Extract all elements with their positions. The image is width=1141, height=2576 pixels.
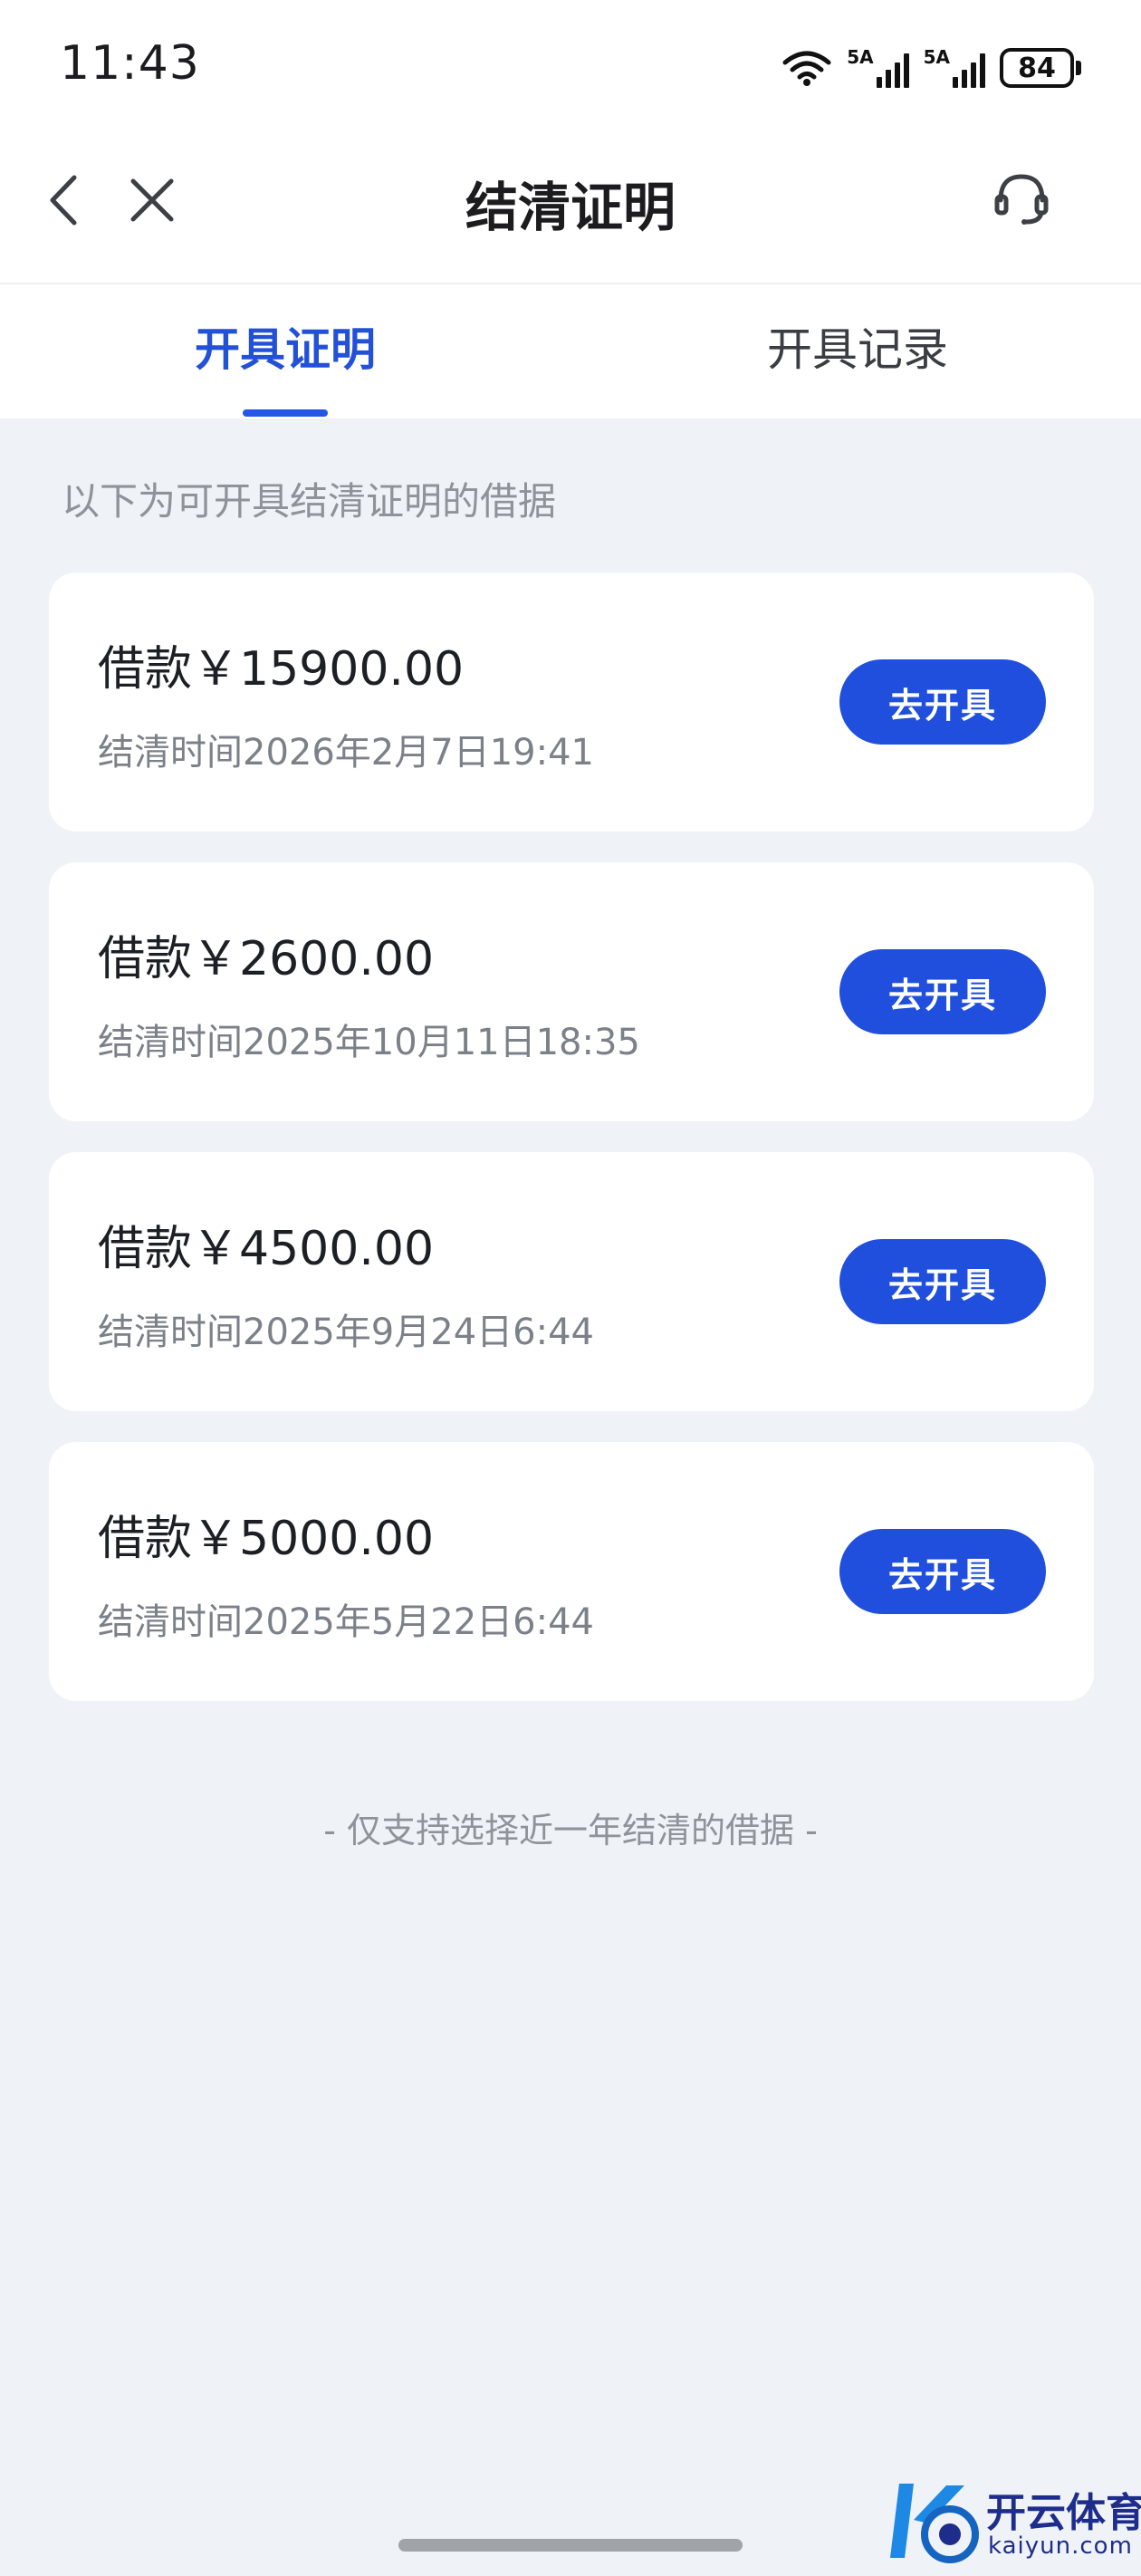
back-icon: [50, 175, 77, 226]
settled-time: 结清时间2026年2月7日19:41: [98, 732, 594, 774]
loan-card: 借款￥15900.00 结清时间2026年2月7日19:41 去开具: [49, 572, 1094, 831]
battery-icon: 84: [1000, 48, 1081, 88]
issue-button[interactable]: 去开具: [839, 1239, 1046, 1324]
loan-amount: 借款￥2600.00: [98, 932, 435, 986]
loan-card: 借款￥4500.00 结清时间2025年9月24日6:44 去开具: [49, 1152, 1094, 1411]
status-icons: 5A 5A 84: [781, 45, 1081, 91]
settled-time: 结清时间2025年10月11日18:35: [98, 1022, 640, 1063]
footer-note: - 仅支持选择近一年结清的借据 -: [323, 1811, 818, 1850]
page-title: 结清证明: [465, 177, 676, 238]
network-label: 5A: [847, 46, 874, 68]
network-label: 5A: [923, 46, 950, 68]
loan-card: 借款￥2600.00 结清时间2025年10月11日18:35 去开具: [49, 862, 1094, 1121]
loan-card: 借款￥5000.00 结清时间2025年5月22日6:44 去开具: [49, 1442, 1094, 1701]
issue-button[interactable]: 去开具: [839, 1529, 1046, 1614]
customer-service-button[interactable]: [987, 163, 1056, 235]
close-button[interactable]: [125, 168, 179, 232]
watermark-domain: kaiyun.com: [988, 2533, 1133, 2560]
signal-icon: 5A: [847, 46, 909, 88]
issue-button[interactable]: 去开具: [839, 949, 1046, 1034]
signal-icon: 5A: [924, 48, 985, 88]
loan-amount: 借款￥5000.00: [98, 1512, 435, 1566]
close-icon: [130, 178, 174, 222]
home-indicator[interactable]: [398, 2539, 743, 2552]
watermark-name: 开云体育: [986, 2490, 1141, 2536]
watermark-logo: 开云体育 kaiyun.com: [883, 2475, 1141, 2576]
tab-issue-certificate[interactable]: 开具证明: [104, 313, 466, 379]
logo-icon: [890, 2484, 979, 2563]
wifi-icon: [782, 51, 831, 86]
headset-icon: [994, 174, 1049, 225]
loan-amount: 借款￥15900.00: [98, 642, 465, 697]
header-divider: [0, 283, 1141, 284]
issue-button[interactable]: 去开具: [839, 659, 1046, 745]
loan-amount: 借款￥4500.00: [98, 1222, 435, 1276]
battery-level: 84: [1000, 48, 1074, 88]
list-hint: 以下为可开具结清证明的借据: [62, 479, 557, 524]
settled-time: 结清时间2025年9月24日6:44: [98, 1312, 594, 1353]
active-tab-indicator: [243, 409, 328, 417]
status-time: 11:43: [60, 36, 200, 91]
settled-time: 结清时间2025年5月22日6:44: [98, 1601, 594, 1643]
tab-issue-records[interactable]: 开具记录: [676, 313, 1039, 379]
back-button[interactable]: [36, 168, 91, 232]
